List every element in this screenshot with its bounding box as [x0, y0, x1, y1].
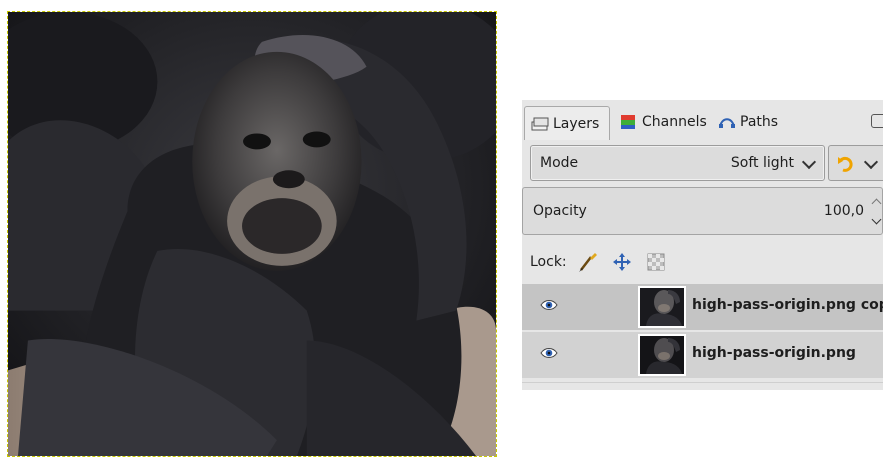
channels-icon — [620, 114, 638, 130]
mode-label: Mode — [540, 155, 579, 171]
lock-pixels-icon[interactable] — [577, 251, 599, 273]
dock-menu-icon[interactable] — [871, 114, 883, 128]
layer-name: high-pass-origin.png — [692, 345, 856, 361]
tab-layers[interactable]: Layers — [524, 106, 610, 140]
visibility-eye-icon[interactable] — [540, 347, 558, 359]
layers-list-bottom — [522, 382, 883, 390]
layer-name: high-pass-origin.png copy — [692, 297, 883, 313]
tab-paths-label: Paths — [740, 114, 779, 130]
tab-paths[interactable]: Paths — [712, 106, 784, 138]
layers-dock: Layers Channels Paths Mode Soft light Op… — [522, 100, 883, 390]
layer-row-copy[interactable]: high-pass-origin.png copy — [522, 284, 883, 330]
opacity-spinner[interactable]: Opacity 100,0 — [522, 187, 883, 235]
mode-select[interactable]: Mode Soft light — [530, 145, 825, 181]
layer-thumbnail — [638, 334, 686, 376]
chevron-down-icon — [801, 154, 817, 170]
dock-tabs: Layers Channels Paths — [522, 100, 883, 140]
layers-icon — [531, 116, 549, 132]
lock-row: Lock: — [530, 250, 679, 274]
tab-channels-label: Channels — [642, 114, 707, 130]
reset-mode-icon — [837, 154, 855, 178]
layer-thumbnail — [638, 286, 686, 328]
chevron-down-icon — [863, 154, 879, 170]
layer-row-origin[interactable]: high-pass-origin.png — [522, 332, 883, 378]
lock-alpha-icon[interactable] — [645, 251, 667, 273]
spin-up-icon[interactable] — [871, 198, 882, 209]
tab-channels[interactable]: Channels — [614, 106, 713, 138]
lock-position-icon[interactable] — [611, 251, 633, 273]
paths-icon — [718, 114, 736, 130]
mode-value: Soft light — [730, 155, 794, 171]
composite-mode-button[interactable] — [828, 145, 883, 181]
spin-down-icon[interactable] — [871, 214, 882, 225]
opacity-label: Opacity — [533, 203, 587, 219]
chimpanzee-photo — [8, 12, 496, 456]
opacity-value: 100,0 — [823, 203, 864, 219]
lock-label: Lock: — [530, 254, 567, 270]
visibility-eye-icon[interactable] — [540, 299, 558, 311]
tab-layers-label: Layers — [553, 115, 600, 132]
image-canvas[interactable] — [7, 11, 497, 457]
